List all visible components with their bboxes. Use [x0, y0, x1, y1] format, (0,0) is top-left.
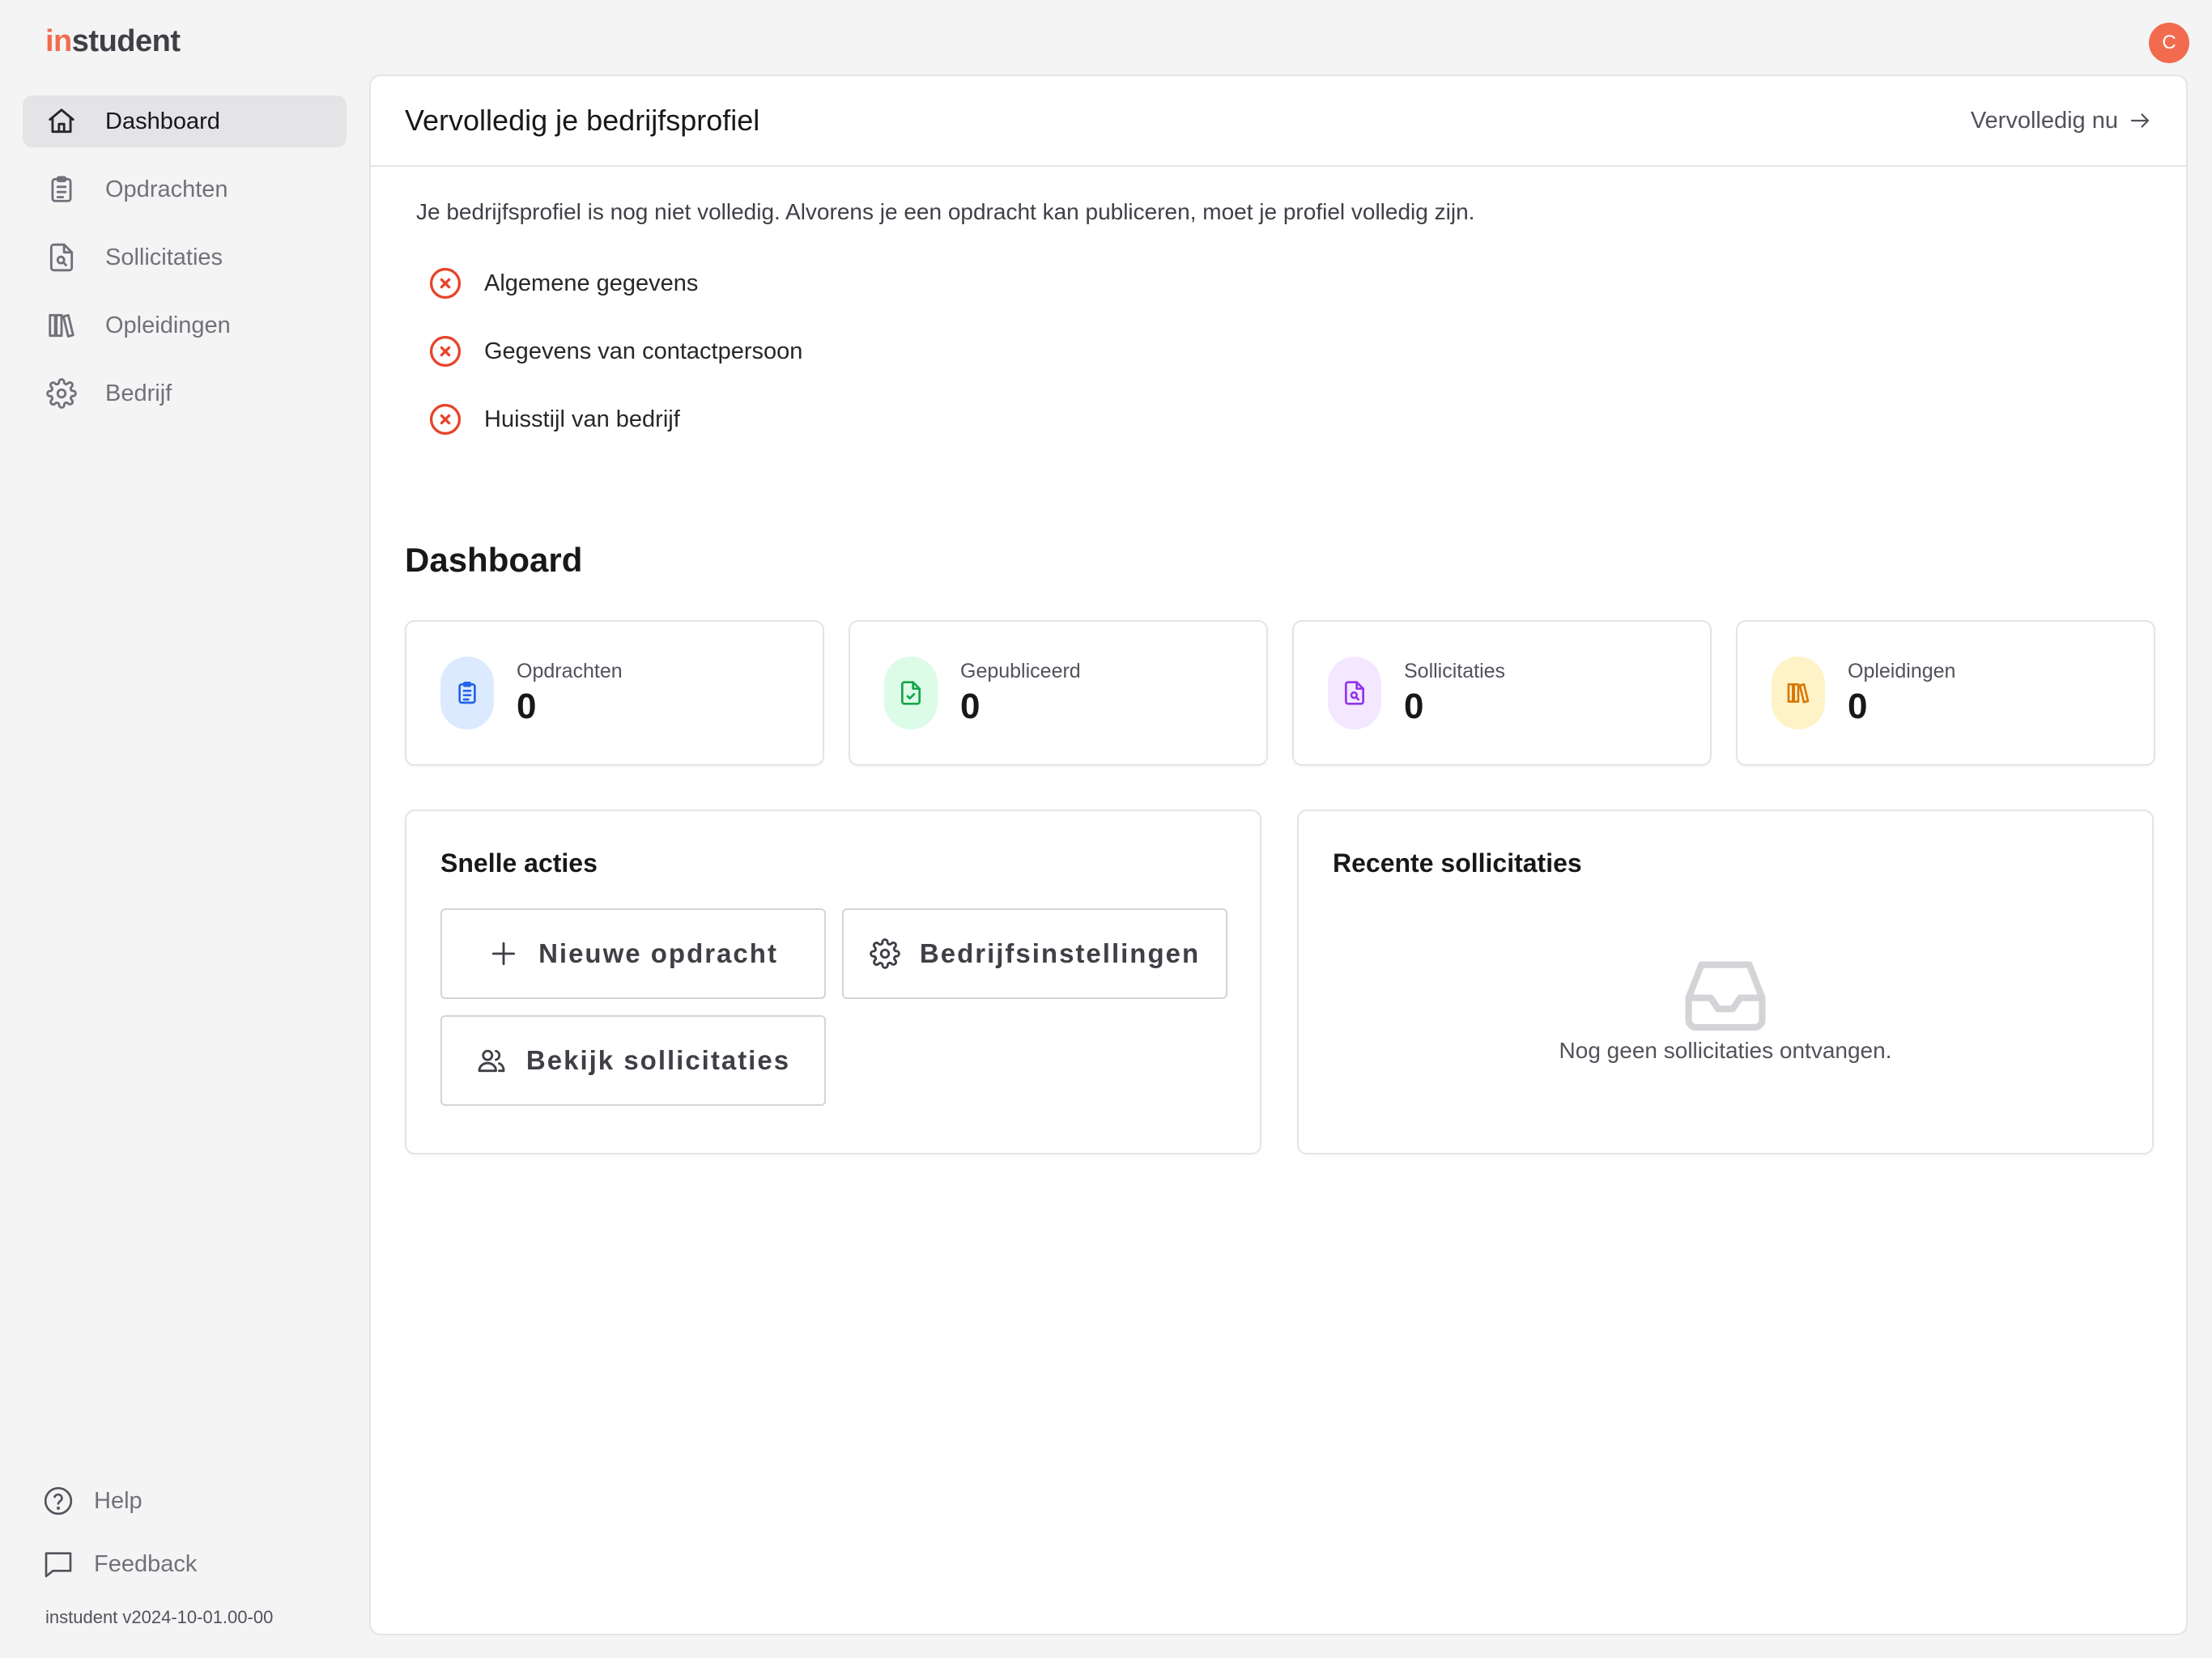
stat-icon-wrapper — [440, 657, 494, 729]
recent-applications-title: Recente sollicitaties — [1333, 848, 1582, 878]
stat-value: 0 — [1404, 686, 1424, 726]
arrow-right-icon — [2130, 113, 2150, 128]
sidebar-item-sollicitaties[interactable]: Sollicitaties — [23, 232, 347, 283]
file-search-icon — [1345, 681, 1364, 705]
file-search-icon — [45, 241, 78, 274]
x-circle-icon — [429, 403, 462, 436]
user-avatar[interactable]: C — [2149, 23, 2189, 63]
x-circle-icon — [429, 267, 462, 300]
stat-card-gepubliceerd[interactable]: Gepubliceerd 0 — [849, 620, 1268, 766]
gear-icon — [45, 377, 78, 410]
stat-label: Gepubliceerd — [960, 659, 1081, 682]
help-circle-icon — [42, 1485, 74, 1517]
inbox-icon — [1685, 961, 1766, 1031]
profile-title: Vervolledig je bedrijfsprofiel — [405, 104, 760, 137]
app-logo[interactable]: instudent — [45, 24, 181, 59]
sidebar-bottom: Help Feedback — [42, 1480, 197, 1606]
view-applications-label: Bekijk sollicitaties — [525, 1045, 791, 1075]
stat-label: Opdrachten — [517, 659, 623, 682]
recent-applications-card: Recente sollicitaties Nog geen sollicita… — [1297, 810, 2154, 1154]
stat-card-opdrachten[interactable]: Opdrachten 0 — [405, 620, 824, 766]
gear-icon — [870, 938, 900, 969]
home-icon — [45, 105, 78, 138]
stat-icon-wrapper — [884, 657, 938, 729]
dashboard-title: Dashboard — [405, 541, 583, 579]
message-square-icon — [42, 1548, 74, 1580]
profile-body: Je bedrijfsprofiel is nog niet volledig.… — [371, 167, 2186, 453]
stat-icon-wrapper — [1772, 657, 1825, 729]
stat-label: Opleidingen — [1848, 659, 1956, 682]
users-icon — [478, 1049, 505, 1073]
checklist-item[interactable]: Algemene gegevens — [416, 249, 2141, 317]
feedback-link[interactable]: Feedback — [42, 1543, 197, 1585]
stat-card-opleidingen[interactable]: Opleidingen 0 — [1736, 620, 2155, 766]
new-assignment-label: Nieuwe opdracht — [538, 938, 778, 968]
complete-now-label: Vervolledig nu — [1970, 107, 2118, 134]
empty-state: Nog geen sollicitaties ontvangen. — [1299, 954, 2152, 1064]
checklist-label: Huisstijl van bedrijf — [484, 406, 680, 432]
stat-card-sollicitaties[interactable]: Sollicitaties 0 — [1292, 620, 1712, 766]
checklist-label: Gegevens van contactpersoon — [484, 338, 803, 364]
quick-actions-card: Snelle acties Nieuwe opdracht Bedrijfsin… — [405, 810, 1261, 1154]
stats-row: Opdrachten 0 Gepubliceerd 0 Sollicitatie… — [405, 620, 2155, 766]
main-panel: Vervolledig je bedrijfsprofiel Vervolled… — [369, 74, 2188, 1635]
checklist-item[interactable]: Huisstijl van bedrijf — [416, 385, 2141, 453]
empty-state-text: Nog geen sollicitaties ontvangen. — [1559, 1038, 1892, 1063]
sidebar-item-label: Dashboard — [105, 108, 220, 134]
x-circle-icon — [429, 335, 462, 368]
stat-icon-wrapper — [1328, 657, 1381, 729]
complete-now-link[interactable]: Vervolledig nu — [1971, 108, 2152, 134]
sidebar-item-opdrachten[interactable]: Opdrachten — [23, 164, 347, 215]
library-icon — [45, 309, 78, 342]
checklist-item[interactable]: Gegevens van contactpersoon — [416, 317, 2141, 385]
company-settings-button[interactable]: Bedrijfsinstellingen — [842, 908, 1227, 999]
file-check-icon — [901, 681, 921, 705]
sidebar-item-label: Sollicitaties — [105, 244, 223, 270]
checklist-label: Algemene gegevens — [484, 270, 699, 296]
sidebar-item-label: Opleidingen — [105, 312, 231, 338]
sidebar-item-bedrijf[interactable]: Bedrijf — [23, 368, 347, 419]
help-label: Help — [94, 1487, 143, 1514]
clipboard-icon — [45, 173, 78, 206]
feedback-label: Feedback — [94, 1550, 198, 1577]
sidebar-item-opleidingen[interactable]: Opleidingen — [23, 300, 347, 351]
plus-icon — [491, 942, 516, 966]
clipboard-icon — [458, 682, 476, 704]
stat-value: 0 — [960, 686, 981, 726]
sidebar-nav: Dashboard Opdrachten Sollicitaties Oplei… — [23, 96, 347, 436]
view-applications-button[interactable]: Bekijk sollicitaties — [440, 1015, 826, 1106]
logo-text: student — [71, 24, 181, 58]
sidebar-item-label: Bedrijf — [105, 380, 172, 406]
app-version: instudent v2024-10-01.00-00 — [45, 1607, 274, 1627]
new-assignment-button[interactable]: Nieuwe opdracht — [440, 908, 826, 999]
company-settings-label: Bedrijfsinstellingen — [919, 938, 1201, 968]
stat-value: 0 — [1848, 686, 1868, 726]
profile-description: Je bedrijfsprofiel is nog niet volledig.… — [416, 199, 1475, 224]
sidebar-item-label: Opdrachten — [105, 176, 228, 202]
sidebar-item-dashboard[interactable]: Dashboard — [23, 96, 347, 147]
help-link[interactable]: Help — [42, 1480, 197, 1522]
stat-value: 0 — [517, 686, 537, 726]
quick-actions-title: Snelle acties — [440, 848, 598, 878]
profile-header: Vervolledig je bedrijfsprofiel Vervolled… — [371, 76, 2186, 167]
library-icon — [1787, 683, 1810, 704]
logo-accent: in — [45, 24, 72, 58]
stat-label: Sollicitaties — [1404, 659, 1506, 682]
